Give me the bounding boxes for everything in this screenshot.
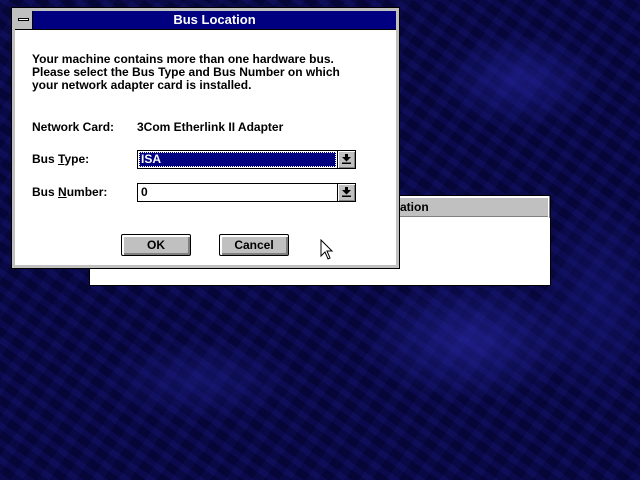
dialog-title: Bus Location xyxy=(173,12,256,27)
bus-type-label: Bus Type: xyxy=(32,152,89,166)
bus-number-label-key: N xyxy=(58,185,67,199)
bus-number-value[interactable]: 0 xyxy=(139,185,336,200)
bus-number-label-post: umber: xyxy=(66,185,108,199)
bus-number-label: Bus Number: xyxy=(32,185,107,199)
network-card-label: Network Card: xyxy=(32,120,115,134)
dropdown-arrow-icon[interactable] xyxy=(337,184,355,201)
mouse-pointer-icon xyxy=(320,239,334,260)
bus-location-dialog: Bus Location Your machine contains more … xyxy=(11,7,400,269)
message-line: your network adapter card is installed. xyxy=(32,78,252,92)
ok-button[interactable]: OK xyxy=(121,234,191,256)
bus-type-value[interactable]: ISA xyxy=(139,152,336,167)
dialog-message: Your machine contains more than one hard… xyxy=(32,53,362,92)
dialog-titlebar[interactable]: Bus Location xyxy=(15,11,396,30)
bus-type-label-pre: Bus xyxy=(32,152,59,166)
network-card-value: 3Com Etherlink II Adapter xyxy=(137,120,284,134)
background-window-title: ation xyxy=(400,200,429,214)
system-menu-icon[interactable] xyxy=(15,11,33,29)
dialog-content: Your machine contains more than one hard… xyxy=(15,30,396,265)
dropdown-arrow-icon[interactable] xyxy=(337,151,355,168)
bus-type-dropdown[interactable]: ISA xyxy=(137,150,356,169)
bus-type-label-post: ype: xyxy=(64,152,90,166)
cancel-button[interactable]: Cancel xyxy=(219,234,289,256)
bus-number-label-pre: Bus xyxy=(32,185,59,199)
bus-number-dropdown[interactable]: 0 xyxy=(137,183,356,202)
